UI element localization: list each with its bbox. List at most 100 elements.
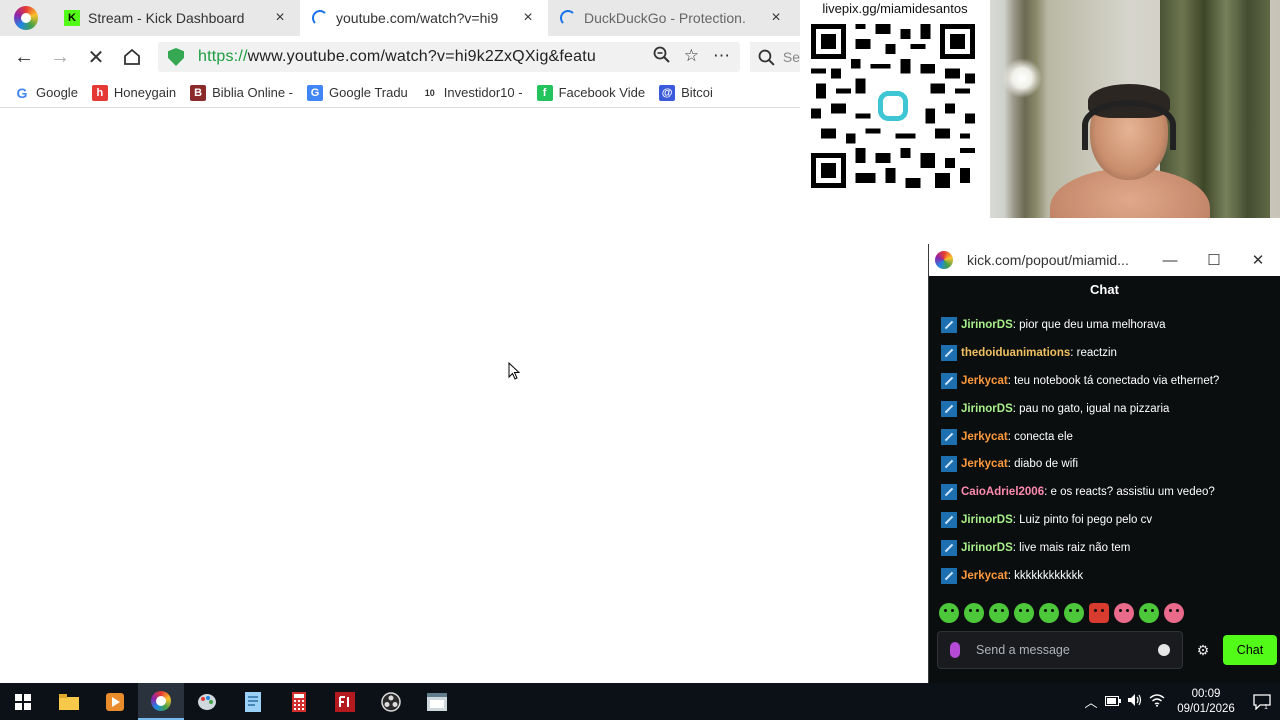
file-explorer-icon (59, 693, 79, 710)
close-button[interactable]: ✕ (1236, 251, 1280, 269)
chat-message-list: JirinorDS: pior que deu uma melhorava the… (929, 311, 1280, 601)
minimize-button[interactable]: — (1148, 252, 1192, 269)
url-path: www.youtube.com/watch?v=hi9k2ZxQXig&feat… (247, 48, 596, 65)
address-bar[interactable]: https://www.youtube.com/watch?v=hi9k2ZxQ… (158, 42, 740, 72)
bible-icon: B (190, 84, 207, 101)
emote-icon[interactable] (964, 603, 984, 623)
bookmark-label: Facebook Vide (558, 85, 646, 100)
chat-username[interactable]: JirinorDS (961, 514, 1013, 526)
chat-message-input[interactable]: Send a message (937, 631, 1183, 669)
media-player-icon (106, 692, 124, 711)
browser-logo-icon (935, 251, 953, 269)
bookmark-biblia[interactable]: B Biblia Online - (190, 84, 293, 101)
home-button[interactable] (114, 39, 150, 75)
tab-youtube[interactable]: youtube.com/watch?v=hi9 × (300, 0, 548, 36)
chat-username[interactable]: JirinorDS (961, 542, 1013, 554)
emote-icon[interactable] (1014, 603, 1034, 623)
volume-icon[interactable] (1124, 693, 1146, 710)
tab-kick-dashboard[interactable]: K Stream - Kick Dashboard × (52, 0, 300, 36)
subscriber-badge-icon (941, 540, 957, 557)
chat-message-text: kkkkkkkkkkkk (1014, 569, 1084, 582)
taskbar-file-explorer[interactable] (46, 683, 92, 720)
chat-username[interactable]: Jerkycat (961, 375, 1008, 387)
microphone-icon[interactable] (950, 642, 960, 658)
chat-username[interactable]: Jerkycat (961, 570, 1008, 582)
emote-icon[interactable] (1039, 603, 1059, 623)
chat-message-text: teu notebook tá conectado via ethernet? (1014, 374, 1220, 387)
emote-icon[interactable] (1089, 603, 1109, 623)
bookmark-facebook[interactable]: f Facebook Vide (536, 84, 646, 101)
chat-username[interactable]: JirinorDS (961, 403, 1013, 415)
svg-text:1: 1 (1264, 704, 1268, 710)
emote-icon[interactable] (1114, 603, 1134, 623)
subscriber-badge-icon (941, 456, 957, 473)
back-button[interactable]: ← (6, 39, 42, 75)
webcam-feed (990, 0, 1280, 218)
chat-username[interactable]: JirinorDS (961, 319, 1013, 331)
google-icon: G (14, 84, 30, 101)
bookmark-investidor10[interactable]: 10 Investidor10 - (421, 84, 523, 101)
chat-input-row: Send a message ⚙ Chat (937, 631, 1277, 669)
page-content[interactable] (0, 109, 928, 683)
clock-time: 00:09 (1191, 687, 1221, 700)
bookmark-google[interactable]: G Google (14, 84, 78, 101)
emote-icon[interactable] (1139, 603, 1159, 623)
search-box[interactable]: Se (750, 42, 800, 72)
taskbar-foxit[interactable] (322, 683, 368, 720)
bookmark-label: Google (36, 85, 78, 100)
emote-icon[interactable] (1064, 603, 1084, 623)
tab-close-icon[interactable]: × (272, 9, 288, 27)
maximize-button[interactable]: ☐ (1192, 251, 1236, 269)
wifi-icon[interactable] (1146, 693, 1168, 710)
taskbar-notepad[interactable] (230, 683, 276, 720)
battery-icon[interactable] (1102, 694, 1124, 709)
chat-message: JirinorDS: pior que deu uma melhorava (929, 311, 1280, 339)
system-clock[interactable]: 00:09 09/01/2026 (1168, 687, 1244, 717)
subscriber-badge-icon (941, 512, 957, 529)
bookmark-bitcoin[interactable]: @ Bitcoi (659, 84, 713, 101)
chat-send-button[interactable]: Chat (1223, 635, 1277, 665)
taskbar-calculator[interactable] (276, 683, 322, 720)
chat-username[interactable]: Jerkycat (961, 458, 1008, 470)
stop-loading-button[interactable]: ✕ (78, 39, 114, 75)
chat-message: JirinorDS: live mais raiz não tem (929, 534, 1280, 562)
chat-username[interactable]: Jerkycat (961, 431, 1008, 443)
lamp-light (1002, 58, 1042, 98)
emoji-picker-icon[interactable] (1158, 644, 1170, 656)
windows-start-icon (15, 693, 31, 710)
emote-icon[interactable] (1164, 603, 1184, 623)
taskbar-paint[interactable] (184, 683, 230, 720)
tab-duckduckgo[interactable]: DuckDuckGo - Protection. × (548, 0, 796, 36)
url-input[interactable]: https://www.youtube.com/watch?v=hi9k2ZxQ… (198, 48, 643, 66)
more-options-icon[interactable]: ⋯ (713, 46, 730, 68)
chat-username[interactable]: thedoiduanimations (961, 347, 1070, 359)
emote-icon[interactable] (939, 603, 959, 623)
headset-icon (1082, 100, 1176, 150)
taskbar-browser[interactable] (138, 683, 184, 720)
forward-arrow-icon: → (50, 45, 70, 68)
start-button[interactable] (0, 683, 46, 720)
tab-title: Stream - Kick Dashboard (88, 10, 245, 26)
tab-close-icon[interactable]: × (768, 9, 784, 27)
chat-settings-gear-icon[interactable]: ⚙ (1193, 642, 1213, 659)
forward-button[interactable]: → (42, 39, 78, 75)
bookmark-honeygain[interactable]: h Honeygain (91, 84, 176, 101)
bookmark-star-icon[interactable]: ☆ (684, 46, 699, 68)
zoom-icon[interactable] (653, 46, 670, 68)
tab-close-icon[interactable]: × (520, 9, 536, 27)
security-shield-icon (168, 48, 184, 66)
emote-icon[interactable] (989, 603, 1009, 623)
chevron-up-icon[interactable]: ︿ (1080, 692, 1102, 711)
notification-center-button[interactable]: 1 (1244, 693, 1280, 710)
taskbar-media-player[interactable] (92, 683, 138, 720)
subscriber-badge-icon (941, 372, 957, 389)
taskbar-app-window[interactable] (414, 683, 460, 720)
bookmark-google-translate[interactable]: G Google Tradu (307, 84, 408, 101)
taskbar-obs[interactable] (368, 683, 414, 720)
chat-window-titlebar: kick.com/popout/miamid... — ☐ ✕ (929, 244, 1280, 276)
paint-icon (198, 693, 216, 710)
browser-menu-button[interactable] (0, 0, 52, 36)
chat-username[interactable]: CaioAdriel2006 (961, 486, 1044, 498)
screen: K Stream - Kick Dashboard × youtube.com/… (0, 0, 1280, 720)
chat-header: Chat (929, 276, 1280, 304)
